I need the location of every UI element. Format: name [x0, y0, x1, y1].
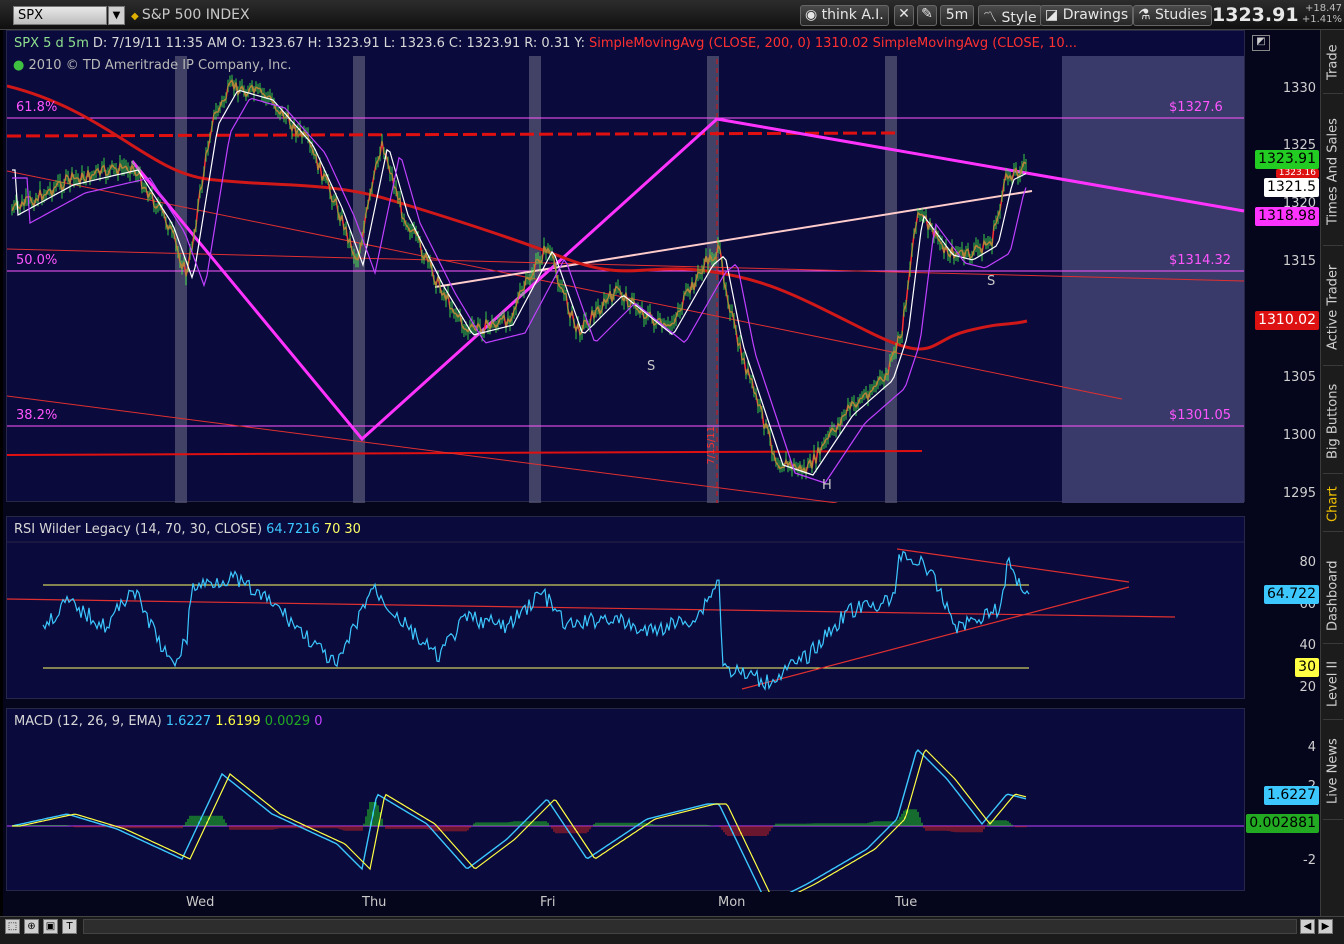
macd-value-bubble: 1.6227: [1264, 786, 1319, 805]
rsi-triangle-bottom: [741, 586, 1130, 690]
think-ai-button[interactable]: ◉ think A.I.: [800, 5, 889, 26]
think-ai-icon: ◉: [805, 7, 822, 23]
rsi-tick: 40: [1299, 638, 1316, 653]
price-tick: 1300: [1282, 428, 1316, 443]
fib-618-label: 61.8%: [16, 100, 58, 115]
price-panel-header: SPX 5 d 5m D: 7/19/11 11:35 AM O: 1323.6…: [14, 35, 1078, 51]
tab-active-trader[interactable]: Active Trader: [1323, 250, 1343, 366]
crosshair-icon[interactable]: ✕: [894, 5, 914, 26]
macd-line: [11, 748, 1027, 892]
price-line: [11, 78, 1027, 477]
rsi-triangle-top: [896, 548, 1130, 583]
fib-618-price: $1327.6: [1169, 100, 1223, 115]
fib-50-price: $1314.32: [1169, 253, 1232, 268]
date-marker-label: 7/15/11: [706, 426, 717, 465]
bottom-bar: ⬚ ⊕ ▣ T ◀ ▶: [0, 916, 1344, 944]
macd-histogram: [13, 802, 1027, 836]
macd-signal-line: [12, 749, 1027, 892]
symbol-input[interactable]: SPX: [13, 6, 107, 25]
sma-200-line: [7, 84, 1028, 351]
price-change: +18.47 +1.41%: [1301, 3, 1342, 25]
horizontal-scrollbar[interactable]: [83, 919, 1297, 934]
macd-tick: -2: [1303, 853, 1316, 868]
style-icon: 〽: [983, 10, 1002, 26]
shoulder-label-right: S: [987, 274, 996, 289]
fib-382-price: $1301.05: [1169, 408, 1232, 423]
tab-dashboard[interactable]: Dashboard: [1323, 548, 1343, 644]
zoom-in-icon[interactable]: ⊕: [24, 919, 39, 934]
price-axis[interactable]: 1330 1325 1320 1315 1310 1305 1300 1295 …: [1245, 30, 1320, 502]
last-price-bubble: 1323.91: [1255, 150, 1319, 169]
zoom-out-icon[interactable]: ▣: [43, 919, 58, 934]
price-tick: 1295: [1282, 486, 1316, 501]
head-label: H: [822, 478, 832, 493]
last-price: 1323.91: [1212, 4, 1299, 26]
symbol-dropdown-icon[interactable]: ▼: [108, 6, 125, 25]
price-tick: 1330: [1282, 81, 1316, 96]
side-tab-bar: Trade Times And Sales Active Trader Big …: [1320, 30, 1344, 944]
mid-price-bubble: 1323.16: [1275, 169, 1319, 178]
rsi-panel[interactable]: RSI Wilder Legacy (14, 70, 30, CLOSE) 64…: [6, 516, 1245, 699]
chart-area: SPX 5 d 5m D: 7/19/11 11:35 AM O: 1323.6…: [3, 30, 1320, 916]
copyright-text: ● 2010 © TD Ameritrade IP Company, Inc.: [13, 58, 292, 73]
symbol-status-icon: ◆: [131, 11, 142, 22]
style-button[interactable]: 〽 Style: [978, 5, 1042, 26]
time-label-mon: Mon: [718, 895, 746, 910]
shoulder-label-left: S: [647, 359, 656, 374]
text-tool-icon[interactable]: T: [62, 919, 77, 934]
tab-live-news[interactable]: Live News: [1323, 724, 1343, 820]
magenta-moving-average: [12, 97, 1027, 484]
tab-level-ii[interactable]: Level II: [1323, 648, 1343, 720]
time-label-thu: Thu: [362, 895, 387, 910]
studies-icon: ⚗: [1138, 7, 1156, 23]
tab-chart[interactable]: Chart: [1323, 478, 1343, 532]
cursor-icon[interactable]: ⬚: [5, 919, 20, 934]
macd-tick: 4: [1307, 740, 1316, 755]
resistance-line: [7, 131, 898, 138]
studies-button[interactable]: ⚗ Studies: [1133, 5, 1212, 26]
fib-382-label: 38.2%: [16, 408, 58, 423]
macd-diff-bubble: 0.002881: [1246, 814, 1319, 833]
price-panel[interactable]: SPX 5 d 5m D: 7/19/11 11:35 AM O: 1323.6…: [6, 30, 1270, 503]
macd-panel[interactable]: MACD (12, 26, 9, EMA) 1.6227 1.6199 0.00…: [6, 708, 1245, 892]
time-label-fri: Fri: [540, 895, 556, 910]
tab-times-and-sales[interactable]: Times And Sales: [1323, 98, 1343, 246]
rsi-axis[interactable]: 80 60 40 20 64.722 30: [1245, 516, 1320, 699]
support-line: [7, 450, 923, 456]
rsi-tick: 80: [1299, 555, 1316, 570]
timeframe-button[interactable]: 5m: [940, 5, 974, 26]
drawings-button[interactable]: ◪ Drawings: [1040, 5, 1134, 26]
fib-50-label: 50.0%: [16, 253, 58, 268]
sma-bubble: 1310.02: [1255, 311, 1319, 330]
rsi-header: RSI Wilder Legacy (14, 70, 30, CLOSE) 64…: [14, 521, 361, 537]
macd-axis[interactable]: 4 2 -2 1.6227 0.002881: [1245, 708, 1320, 891]
drawings-icon: ◪: [1045, 7, 1063, 23]
white-ma-bubble: 1321.5: [1264, 178, 1319, 197]
scroll-right-icon[interactable]: ▶: [1318, 919, 1333, 934]
top-toolbar: SPX ▼ ◆ S&P 500 INDEX ◉ think A.I. ✕ ✎ 5…: [0, 0, 1344, 30]
magenta-line-bubble: 1318.98: [1255, 207, 1319, 226]
tda-logo-icon: ●: [13, 58, 25, 73]
white-moving-average: [12, 89, 1027, 476]
tab-trade[interactable]: Trade: [1323, 32, 1343, 94]
symbol-description: ◆ S&P 500 INDEX: [131, 7, 250, 23]
price-tick: 1305: [1282, 370, 1316, 385]
macd-header: MACD (12, 26, 9, EMA) 1.6227 1.6199 0.00…: [14, 713, 323, 729]
time-label-tue: Tue: [895, 895, 918, 910]
rsi-value-bubble: 64.722: [1264, 585, 1319, 604]
future-area-shading: [1062, 56, 1244, 503]
rsi-tick: 20: [1299, 680, 1316, 695]
time-axis[interactable]: Wed Thu Fri Mon Tue: [6, 891, 1245, 916]
price-tick: 1315: [1282, 254, 1316, 269]
scroll-left-icon[interactable]: ◀: [1300, 919, 1315, 934]
pencil-icon[interactable]: ✎: [917, 5, 937, 26]
rsi-oversold-bubble: 30: [1295, 658, 1319, 677]
tab-big-buttons[interactable]: Big Buttons: [1323, 370, 1343, 474]
time-label-wed: Wed: [186, 895, 215, 910]
